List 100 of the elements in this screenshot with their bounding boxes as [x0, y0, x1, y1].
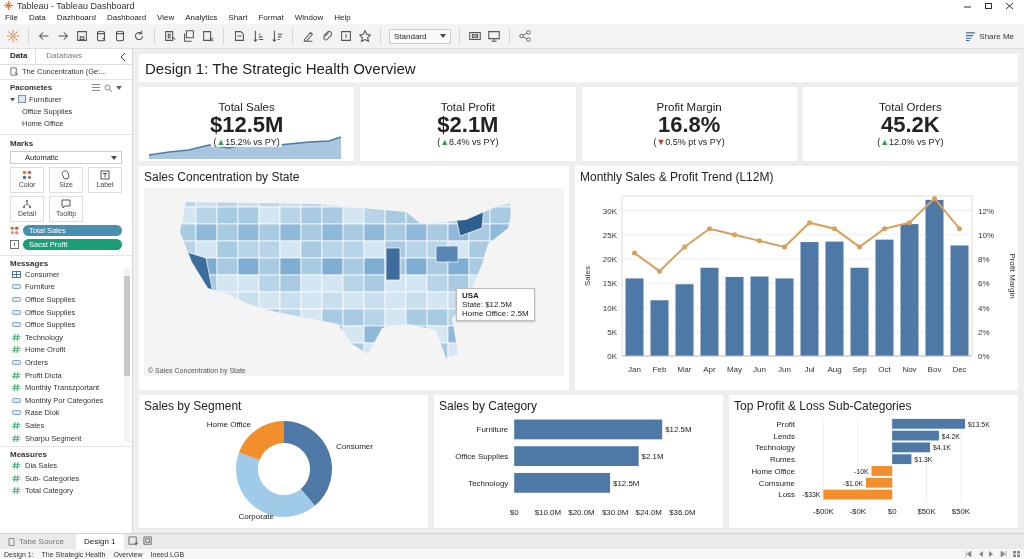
menu-item[interactable]: Analytics — [185, 13, 218, 22]
menu-item[interactable]: Format — [258, 13, 284, 22]
category-label: Rumes — [770, 455, 795, 465]
detail-mark-icon — [22, 199, 32, 209]
dropdown-caret-icon[interactable] — [116, 85, 122, 90]
new-sheet-icon[interactable] — [163, 29, 177, 43]
color-mark-icon — [22, 170, 32, 180]
search-icon[interactable] — [104, 83, 112, 92]
axis-tick-label: Sep — [852, 365, 867, 374]
back-arrow-icon[interactable] — [37, 29, 51, 43]
panel-title: Top Profit & Loss Sub-Categories — [734, 399, 912, 413]
axis-tick-label: 0% — [978, 352, 990, 361]
refresh-icon[interactable] — [132, 29, 146, 43]
size-mark-icon — [61, 170, 71, 180]
caret-icon — [111, 155, 117, 160]
menu-item[interactable]: Help — [334, 13, 351, 22]
menu-item[interactable]: File — [5, 13, 18, 22]
sort-ascending-icon[interactable] — [251, 29, 265, 43]
datasource-icon — [8, 537, 16, 546]
axis-tick-label: Jun — [778, 365, 791, 374]
sheet-tab[interactable]: Tabe Source — [0, 534, 72, 549]
menu-item[interactable]: Data — [28, 13, 46, 22]
next-page-icon[interactable] — [989, 551, 994, 557]
list-view-icon[interactable] — [92, 84, 100, 91]
clear-sheet-icon[interactable] — [201, 29, 215, 43]
kpi-value: 16.8% — [657, 112, 721, 138]
menu-item[interactable]: Shart — [228, 13, 248, 22]
grid-view-icon[interactable] — [1013, 551, 1020, 557]
sidebar-tab[interactable]: Databaws — [36, 49, 90, 64]
sheet-tab[interactable]: Design 1 — [75, 534, 124, 549]
label-mark-icon — [100, 170, 110, 180]
tooltip-line: Home Office: 2.5M — [462, 309, 529, 318]
device-layout-icon[interactable] — [468, 29, 482, 43]
color-dots-icon — [10, 226, 19, 235]
kpi-value: 45.2K — [881, 112, 940, 138]
expand-caret-icon[interactable] — [10, 96, 15, 102]
kpi-label: Total Sales — [218, 100, 275, 113]
view-mode-dropdown[interactable]: Standard — [389, 28, 451, 44]
kpi-delta: (▲8.4% vs PY) — [435, 137, 501, 148]
value-label: $12.5M — [613, 478, 640, 488]
panel-title: Sales Concentration by State — [144, 170, 300, 184]
menu-item[interactable]: Dazhboard — [56, 13, 96, 22]
axis-tick-label: 12% — [978, 206, 994, 216]
kpi-delta: (▲12.0% vs PY) — [875, 137, 946, 148]
section-title: Messages — [10, 259, 50, 268]
scrollbar[interactable] — [124, 268, 130, 443]
sort-descending-icon[interactable] — [270, 29, 284, 43]
axis-tick-label: $50K — [951, 507, 971, 517]
kpi-label: Profit Margin — [656, 100, 722, 113]
number-field-icon — [12, 434, 21, 442]
database-icon[interactable] — [94, 29, 108, 43]
category-label: Technology — [755, 443, 795, 453]
category-label: Lends — [773, 431, 795, 441]
paperclip-icon[interactable] — [320, 29, 334, 43]
share-button[interactable]: Share Me — [962, 29, 1018, 43]
axis-tick-label: Mar — [677, 365, 692, 374]
kpi-delta: (▲15.2% vs PY) — [211, 137, 282, 148]
panel-title: Sales by Category — [439, 399, 538, 413]
axis-tick-label: $0 — [887, 507, 897, 517]
axis-title: Sales — [583, 266, 592, 286]
axis-tick-label: 30K — [602, 206, 617, 216]
axis-tick-label: 10K — [602, 303, 617, 313]
number-field-icon — [12, 346, 21, 354]
value-label: $2.1M — [641, 452, 664, 462]
pen-icon[interactable] — [301, 29, 315, 43]
share-network-icon[interactable] — [518, 29, 532, 43]
axis-tick-label: 4% — [978, 303, 990, 313]
category-label: Profit — [776, 419, 795, 429]
forward-arrow-icon[interactable] — [56, 29, 70, 43]
axis-tick-label: Jan — [628, 365, 641, 374]
value-label: $12.5M — [665, 425, 692, 435]
new-worksheet-icon[interactable] — [127, 536, 139, 547]
maximize-icon[interactable] — [984, 1, 993, 10]
axis-tick-label: Oct — [878, 365, 891, 374]
axis-tick-label: Apr — [703, 365, 716, 374]
presentation-icon[interactable] — [487, 29, 501, 43]
last-page-icon[interactable] — [1000, 551, 1007, 557]
category-label: Cornsume — [758, 478, 795, 488]
axis-tick-label: Bov — [927, 365, 942, 374]
menu-item[interactable]: Dashboard — [106, 13, 147, 22]
save-icon[interactable] — [75, 29, 89, 43]
database-icon[interactable] — [113, 29, 127, 43]
axis-tick-label: $36.0M — [669, 507, 696, 517]
close-icon[interactable] — [1005, 1, 1014, 10]
segment-label: Corporate — [237, 512, 274, 521]
axis-tick-label: -$0K — [849, 507, 867, 517]
number-field-icon — [12, 421, 21, 429]
first-page-icon[interactable] — [965, 551, 972, 557]
number-field-icon — [12, 474, 21, 482]
axis-tick-label: $20.0M — [568, 507, 595, 517]
new-dashboard-icon[interactable] — [142, 536, 154, 547]
panel-title: Monthly Sales & Profit Trend (L12M) — [580, 170, 774, 184]
number-field-icon — [12, 333, 21, 341]
datasource-icon — [10, 66, 19, 76]
axis-tick-label: 0K — [607, 352, 617, 361]
previous-page-icon[interactable] — [978, 551, 983, 557]
duplicate-icon[interactable] — [182, 29, 196, 43]
category-label: Technology — [468, 478, 509, 488]
menu-item[interactable]: Window — [294, 13, 324, 22]
menu-item[interactable]: View — [157, 13, 175, 22]
